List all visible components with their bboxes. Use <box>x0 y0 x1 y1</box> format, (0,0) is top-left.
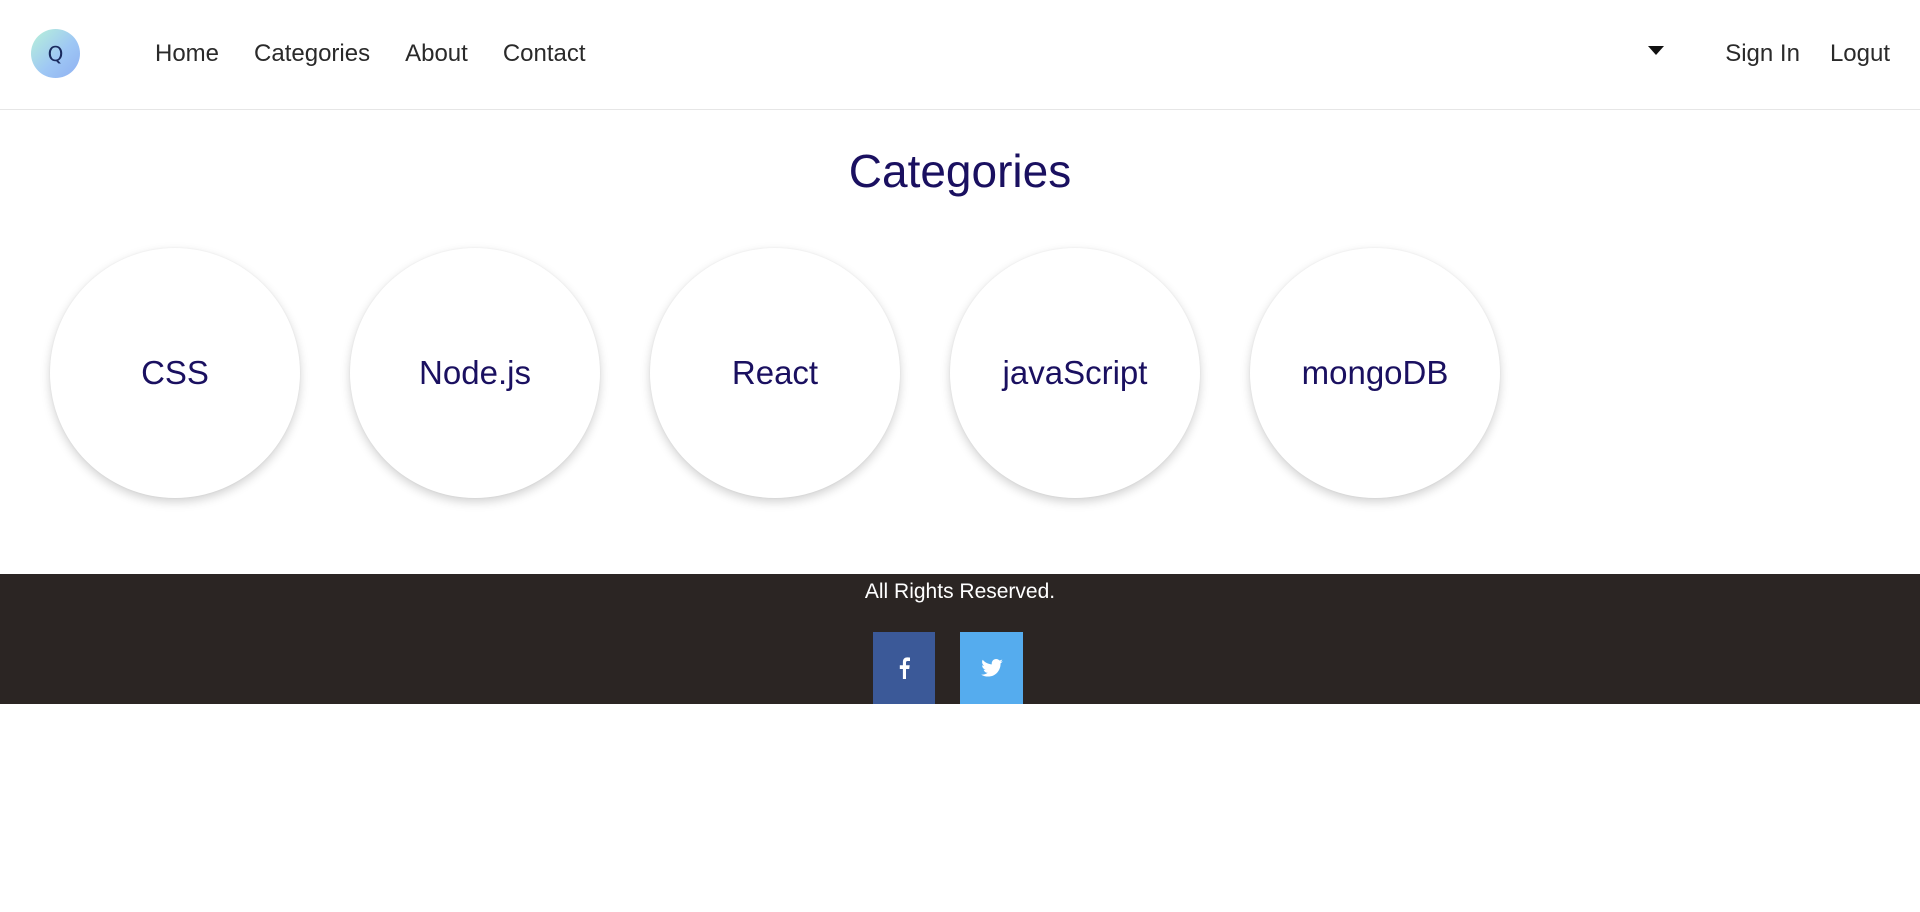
twitter-icon <box>980 659 1003 677</box>
navbar: Q Home Categories About Contact Sign In … <box>0 0 1920 110</box>
logo-letter: Q <box>47 41 64 66</box>
category-label: CSS <box>141 354 209 391</box>
nav-link-categories[interactable]: Categories <box>254 38 370 70</box>
nav-link-home[interactable]: Home <box>155 38 219 70</box>
facebook-icon <box>899 657 910 679</box>
sign-in-link[interactable]: Sign In <box>1725 38 1800 70</box>
footer: All Rights Reserved. <box>0 574 1920 704</box>
twitter-button[interactable] <box>960 632 1023 704</box>
category-card-mongodb[interactable]: mongoDB <box>1250 248 1500 498</box>
category-card-css[interactable]: CSS <box>50 248 300 498</box>
auth-links: Sign In Logut <box>1725 38 1890 70</box>
category-card-nodejs[interactable]: Node.js <box>350 248 600 498</box>
copyright-text: All Rights Reserved. <box>864 580 1056 603</box>
facebook-button[interactable] <box>873 632 935 704</box>
nav-link-contact[interactable]: Contact <box>503 38 586 70</box>
main-nav: Home Categories About Contact <box>155 38 586 70</box>
category-label: mongoDB <box>1301 354 1449 391</box>
caret-down-icon[interactable] <box>1648 46 1664 55</box>
category-label: React <box>731 354 819 391</box>
nav-link-about[interactable]: About <box>405 38 468 70</box>
page-title: Categories <box>848 145 1072 197</box>
category-card-react[interactable]: React <box>650 248 900 498</box>
logout-link[interactable]: Logut <box>1830 38 1890 70</box>
category-label: javaScript <box>1002 354 1148 391</box>
category-card-javascript[interactable]: javaScript <box>950 248 1200 498</box>
logo[interactable]: Q <box>31 29 80 78</box>
category-label: Node.js <box>419 354 531 391</box>
